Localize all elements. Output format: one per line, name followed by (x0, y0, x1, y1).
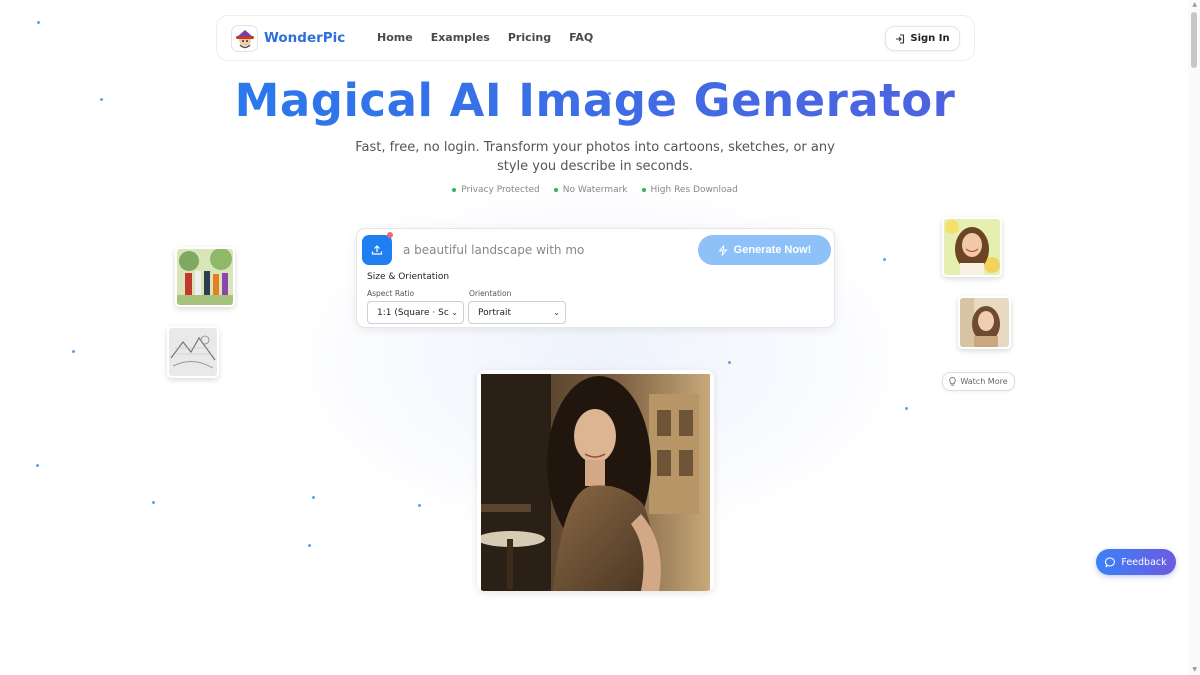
generate-label: Generate Now! (733, 244, 812, 256)
example-thumbnail-sketch[interactable] (167, 326, 219, 378)
showcase-image-card[interactable] (477, 370, 714, 591)
feature-list: Privacy Protected No Watermark High Res … (0, 185, 1190, 195)
hero-subtitle: Fast, free, no login. Transform your pho… (355, 140, 835, 174)
portrait-girl-image (944, 219, 1000, 275)
watch-more-button[interactable]: Watch More (942, 372, 1015, 391)
decor-dot (36, 464, 39, 467)
wizard-logo-icon (235, 29, 254, 48)
upload-notification-badge (387, 232, 393, 238)
generate-button[interactable]: Generate Now! (698, 235, 831, 265)
aspect-ratio-value: 1:1 (Square · Sc (377, 307, 449, 318)
top-navigation: WonderPic Home Examples Pricing FAQ Sign… (216, 15, 975, 61)
scrollbar-thumb[interactable] (1191, 12, 1197, 68)
aspect-ratio-select[interactable]: 1:1 (Square · Sc ⌄ (367, 301, 464, 324)
decor-dot (308, 544, 311, 547)
feature-item: No Watermark (553, 185, 628, 195)
orientation-label: Orientation (469, 289, 512, 298)
prompt-input[interactable] (403, 239, 693, 261)
woman-cafe-painting-image (481, 374, 710, 591)
decor-dot (883, 258, 886, 261)
wedding-painting-image (177, 249, 233, 305)
check-dot-icon (452, 188, 457, 192)
decor-dot (312, 496, 315, 499)
nav-link-faq[interactable]: FAQ (569, 31, 593, 44)
check-dot-icon (553, 188, 558, 192)
orientation-select[interactable]: Portrait ⌄ (468, 301, 566, 324)
sign-in-label: Sign In (910, 33, 950, 44)
size-orientation-heading: Size & Orientation (367, 272, 450, 282)
feedback-label: Feedback (1121, 556, 1167, 568)
example-thumbnail-cartoon-girl[interactable] (958, 296, 1011, 349)
example-thumbnail-portrait-girl[interactable] (942, 217, 1002, 277)
bolt-icon (718, 244, 728, 256)
sign-in-icon (896, 33, 905, 44)
nav-link-examples[interactable]: Examples (431, 31, 490, 44)
decor-dot (728, 361, 731, 364)
brand-logo[interactable] (231, 25, 258, 52)
scroll-down-icon[interactable]: ▼ (1192, 666, 1197, 673)
feature-label: Privacy Protected (461, 185, 540, 195)
feature-label: No Watermark (562, 185, 628, 195)
decor-dot (905, 407, 908, 410)
check-dot-icon (641, 188, 646, 192)
example-thumbnail-wedding[interactable] (175, 247, 235, 307)
nav-link-home[interactable]: Home (377, 31, 413, 44)
chat-bubble-icon (1105, 556, 1116, 567)
feature-label: High Res Download (650, 185, 738, 195)
scroll-up-icon[interactable]: ▲ (1192, 1, 1197, 8)
decor-dot (418, 504, 421, 507)
feedback-button[interactable]: Feedback (1096, 549, 1176, 575)
cartoon-girl-image (960, 298, 1009, 347)
upload-button[interactable] (362, 235, 392, 265)
orientation-value: Portrait (478, 307, 512, 318)
aspect-ratio-label: Aspect Ratio (367, 289, 415, 298)
sign-in-button[interactable]: Sign In (885, 26, 960, 51)
page-title: Magical AI Image Generator (0, 74, 1190, 127)
generator-card: Generate Now! Size & Orientation Aspect … (356, 228, 835, 328)
feature-item: Privacy Protected (452, 185, 540, 195)
watch-more-label: Watch More (960, 377, 1008, 386)
decor-dot (152, 501, 155, 504)
chevron-down-icon: ⌄ (451, 308, 458, 317)
feature-item: High Res Download (641, 185, 738, 195)
lightbulb-icon (949, 377, 957, 386)
chevron-down-icon: ⌄ (553, 308, 560, 317)
decor-dot (72, 350, 75, 353)
brand-name[interactable]: WonderPic (264, 30, 345, 46)
nav-links: Home Examples Pricing FAQ (377, 31, 593, 44)
decor-dot (37, 21, 40, 24)
sketch-image (169, 328, 217, 376)
nav-link-pricing[interactable]: Pricing (508, 31, 551, 44)
upload-icon (371, 245, 383, 255)
